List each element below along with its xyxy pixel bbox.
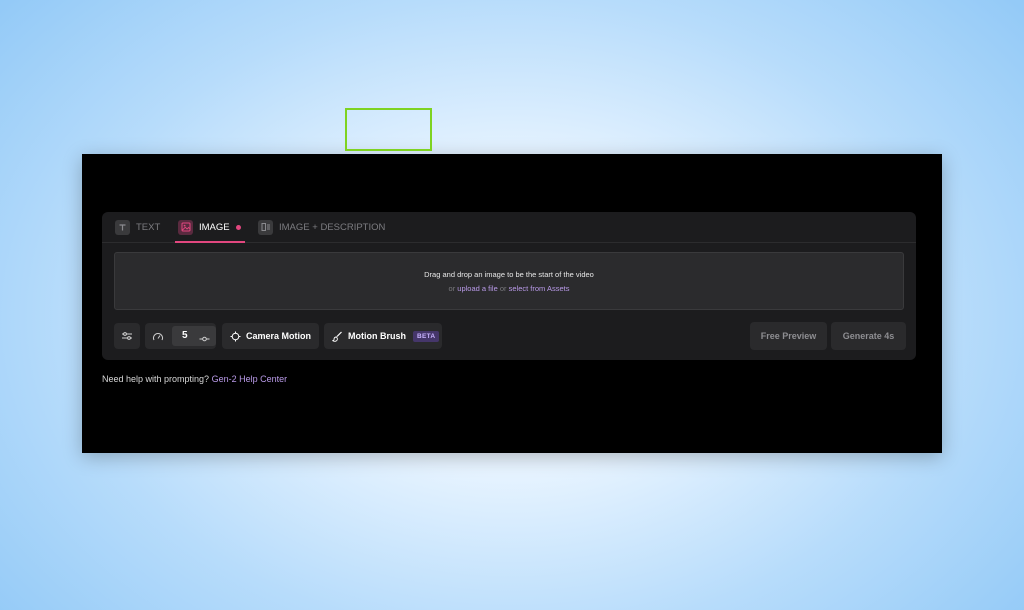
speedometer-icon — [152, 330, 164, 348]
image-icon — [178, 219, 193, 235]
sliders-icon — [121, 330, 133, 342]
highlight-box — [345, 108, 432, 151]
image-description-icon — [258, 219, 273, 235]
general-motion-control: 5 — [145, 323, 216, 349]
generate-button[interactable]: Generate 4s — [831, 322, 906, 350]
camera-motion-icon — [230, 331, 241, 342]
or-text-2: or — [499, 283, 507, 293]
tab-image-description[interactable]: IMAGE + DESCRIPTION — [258, 212, 385, 242]
mode-tabs: TEXT IMAGE IMAGE + DESCRIPTION — [102, 212, 916, 243]
or-text-1: or — [448, 283, 456, 293]
camera-motion-label: Camera Motion — [246, 331, 312, 341]
select-from-assets-link[interactable]: select from Assets — [509, 284, 570, 293]
image-dropzone[interactable]: Drag and drop an image to be the start o… — [114, 252, 904, 310]
help-text: Need help with prompting? — [102, 374, 210, 384]
brush-icon — [332, 331, 343, 342]
tab-text-label: TEXT — [136, 221, 161, 233]
app-window: TEXT IMAGE IMAGE + DESCRIPTION Drag and … — [82, 154, 942, 453]
dropzone-instructions: Drag and drop an image to be the start o… — [424, 269, 594, 279]
generate-label: Generate 4s — [842, 331, 895, 341]
active-dot — [235, 224, 241, 230]
motion-brush-label: Motion Brush — [348, 331, 406, 341]
settings-button[interactable] — [114, 323, 140, 349]
tab-image-description-label: IMAGE + DESCRIPTION — [279, 221, 386, 233]
free-preview-button[interactable]: Free Preview — [750, 322, 827, 350]
text-icon — [115, 219, 130, 235]
upload-file-link[interactable]: upload a file — [457, 284, 497, 293]
tab-image-label: IMAGE — [199, 221, 230, 233]
tab-text[interactable]: TEXT — [115, 212, 160, 242]
motion-value-input[interactable]: 5 — [172, 326, 216, 346]
camera-motion-button[interactable]: Camera Motion — [222, 323, 319, 349]
motion-value: 5 — [182, 330, 188, 341]
help-line: Need help with prompting? Gen-2 Help Cen… — [102, 374, 287, 384]
generation-panel: TEXT IMAGE IMAGE + DESCRIPTION Drag and … — [102, 212, 916, 360]
help-center-link[interactable]: Gen-2 Help Center — [212, 374, 288, 384]
beta-badge: BETA — [413, 330, 440, 342]
dropzone-options: or upload a file or select from Assets — [449, 284, 570, 293]
tab-image[interactable]: IMAGE — [175, 212, 245, 243]
free-preview-label: Free Preview — [760, 331, 817, 341]
motion-brush-button[interactable]: Motion Brush BETA — [324, 323, 442, 349]
adjust-icon[interactable] — [199, 331, 210, 349]
